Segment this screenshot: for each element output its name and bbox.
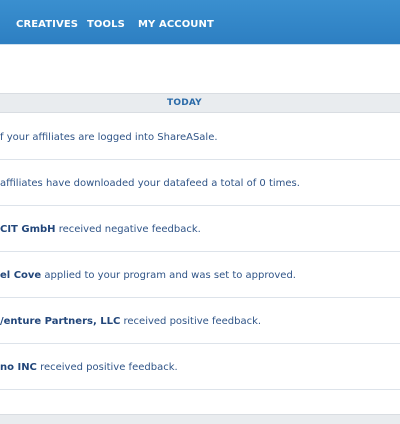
feed-message: received negative feedback. — [55, 224, 201, 235]
feed-row: /enture Partners, LLC received positive … — [0, 298, 400, 344]
feed-text: affiliates have downloaded your datafeed… — [0, 178, 300, 189]
affiliate-name-link[interactable]: el Cove — [0, 270, 41, 281]
top-navigation-bar: CREATIVES TOOLS MY ACCOUNT — [0, 0, 400, 45]
feed-row: f your affiliates are logged into ShareA… — [0, 114, 400, 160]
today-heading: TODAY — [167, 98, 202, 108]
feed-text: CIT GmbH received negative feedback. — [0, 224, 201, 235]
affiliate-name-link[interactable]: CIT GmbH — [0, 224, 56, 235]
today-section-header: TODAY — [0, 93, 400, 113]
feed-message: received positive feedback. — [36, 362, 178, 373]
nav-my-account[interactable]: MY ACCOUNT — [138, 19, 214, 30]
affiliate-name-link[interactable]: no INC — [0, 362, 37, 373]
bottom-section-band — [0, 414, 400, 424]
affiliate-name-link[interactable]: /enture Partners, LLC — [0, 316, 120, 327]
nav-tools[interactable]: TOOLS — [87, 19, 125, 30]
feed-text: el Cove applied to your program and was … — [0, 270, 296, 281]
feed-row: no INC received positive feedback. — [0, 344, 400, 390]
activity-feed: f your affiliates are logged into ShareA… — [0, 114, 400, 390]
feed-message: received positive feedback. — [120, 316, 262, 327]
feed-text: no INC received positive feedback. — [0, 362, 178, 373]
feed-row: CIT GmbH received negative feedback. — [0, 206, 400, 252]
feed-row: el Cove applied to your program and was … — [0, 252, 400, 298]
feed-message: affiliates have downloaded your datafeed… — [0, 178, 300, 189]
feed-message: f your affiliates are logged into ShareA… — [0, 132, 218, 143]
nav-creatives[interactable]: CREATIVES — [16, 19, 78, 30]
feed-row: affiliates have downloaded your datafeed… — [0, 160, 400, 206]
feed-text: /enture Partners, LLC received positive … — [0, 316, 261, 327]
feed-text: f your affiliates are logged into ShareA… — [0, 132, 218, 143]
feed-message: applied to your program and was set to a… — [41, 270, 296, 281]
